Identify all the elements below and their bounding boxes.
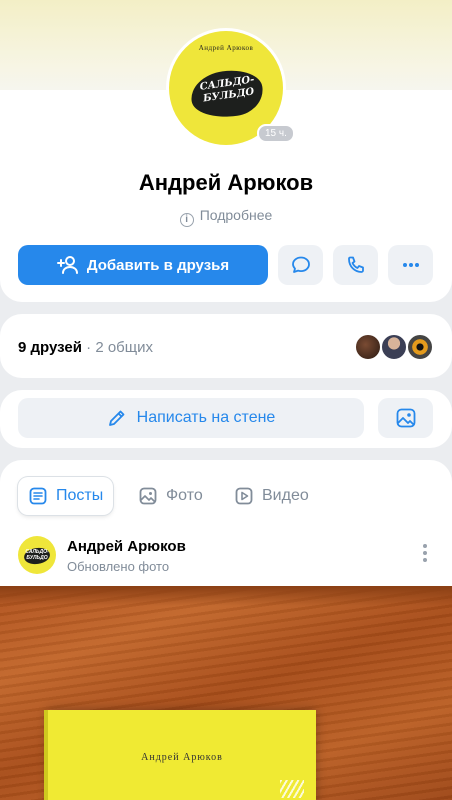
post-author-name[interactable]: Андрей Арюков	[67, 538, 186, 555]
tab-photos[interactable]: Фото	[128, 477, 213, 515]
dot	[423, 551, 427, 555]
more-horizontal-icon	[402, 263, 419, 267]
video-icon	[235, 487, 253, 505]
post-avatar-title: САЛЬДО- БУЛЬДО	[22, 549, 52, 561]
mutual-friends: 2 общих	[95, 339, 153, 356]
wall-card: Написать на стене	[0, 390, 452, 448]
friends-separator: ·	[81, 339, 96, 356]
tab-photos-label: Фото	[166, 487, 203, 504]
message-button[interactable]	[278, 245, 323, 285]
more-button[interactable]	[388, 245, 433, 285]
feed-card: Посты Фото Видео САЛЬДО- БУЛЬДО Андрей А…	[0, 460, 452, 800]
book-cover: Андрей Арюков	[48, 710, 316, 800]
add-user-icon	[56, 256, 78, 274]
add-friend-button[interactable]: Добавить в друзья	[18, 245, 268, 285]
write-on-wall-label: Написать на стене	[136, 409, 276, 426]
add-photo-button[interactable]	[378, 398, 433, 438]
profile-details-link[interactable]: i Подробнее	[0, 207, 452, 227]
dot	[423, 558, 427, 562]
info-icon: i	[179, 213, 194, 227]
table-edge	[0, 586, 452, 606]
tab-posts[interactable]: Посты	[18, 477, 114, 515]
phone-icon	[347, 256, 364, 273]
book-author: Андрей Арюков	[141, 752, 223, 763]
tab-videos[interactable]: Видео	[224, 477, 319, 515]
tab-videos-label: Видео	[262, 487, 309, 504]
details-label: Подробнее	[199, 207, 273, 223]
friend-avatar	[406, 333, 434, 361]
friends-card[interactable]: 9 друзей · 2 общих	[0, 314, 452, 378]
post-menu-button[interactable]	[416, 544, 434, 566]
write-on-wall-button[interactable]: Написать на стене	[18, 398, 364, 438]
article-icon	[29, 487, 47, 505]
post-subtitle: Обновлено фото	[67, 559, 170, 574]
pencil-icon	[108, 410, 125, 426]
call-button[interactable]	[333, 245, 378, 285]
post-photo[interactable]: Андрей Арюков	[0, 586, 452, 800]
message-icon	[291, 256, 310, 273]
story-time-badge: 15 ч.	[257, 124, 295, 143]
friends-count: 9 друзей	[18, 339, 82, 356]
book-logo-marks	[280, 780, 304, 798]
image-icon	[139, 487, 157, 505]
image-icon	[396, 408, 415, 428]
friend-avatar	[380, 333, 408, 361]
profile-name: Андрей Арюков	[138, 170, 314, 195]
tab-posts-label: Посты	[56, 487, 104, 504]
post-author-avatar[interactable]: САЛЬДО- БУЛЬДО	[18, 536, 56, 574]
post-avatar-line2: БУЛЬДО	[26, 555, 48, 561]
dot	[423, 544, 427, 548]
friends-summary: 9 друзей · 2 общих	[18, 339, 153, 356]
friend-avatar	[354, 333, 382, 361]
avatar-book-author: Андрей Арюков	[198, 44, 254, 52]
add-friend-label: Добавить в друзья	[86, 256, 230, 274]
